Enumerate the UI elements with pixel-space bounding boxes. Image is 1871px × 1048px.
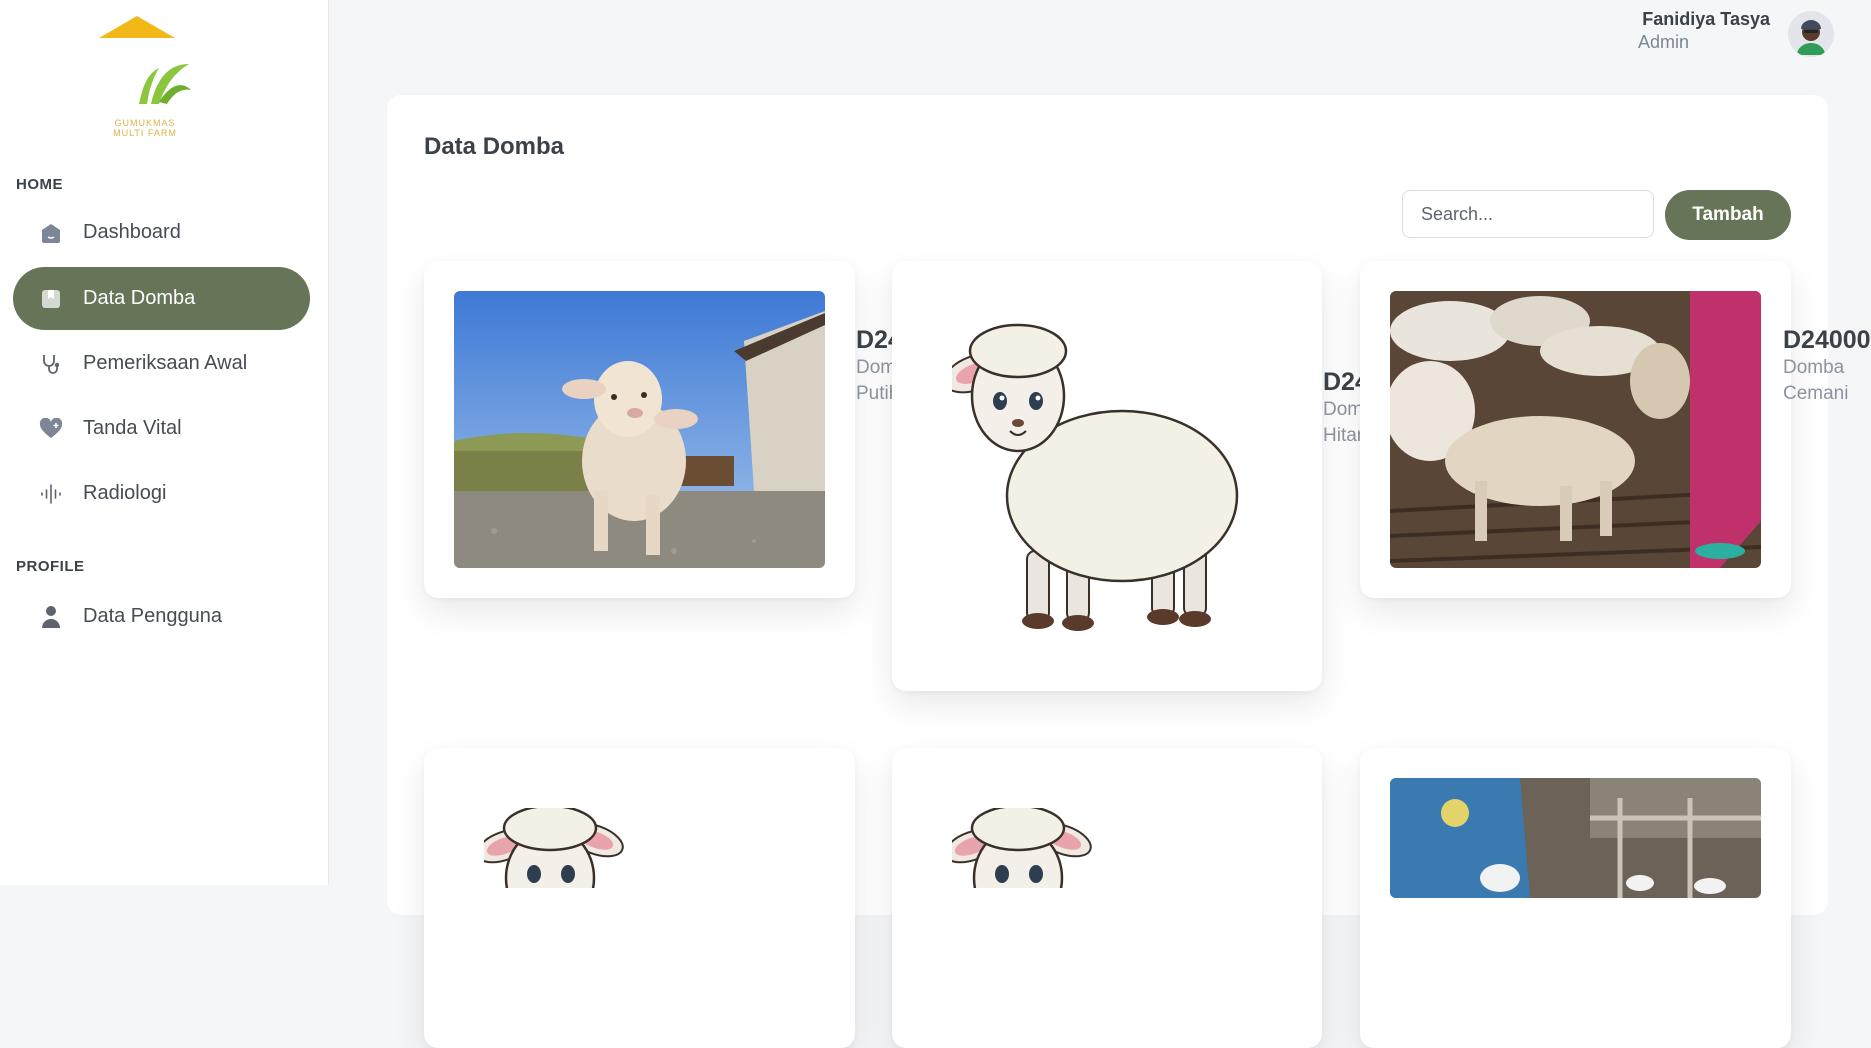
user-role: Admin — [1638, 32, 1690, 52]
heart-plus-icon — [39, 417, 63, 441]
data-domba-panel: Data Domba Tambah — [387, 95, 1871, 1048]
sidebar-item-radiologi[interactable]: Radiologi — [13, 462, 310, 525]
sidebar-item-label: Tanda Vital — [83, 417, 182, 439]
soundwave-icon — [39, 482, 63, 506]
section-profile: PROFILE — [16, 558, 85, 575]
card-type: Domba Cemani — [1783, 357, 1849, 404]
card-info: D24 Domba Hitam — [1323, 367, 1362, 449]
sidebar-item-label: Pemeriksaan Awal — [83, 352, 248, 374]
card-id: D24000 — [1783, 326, 1871, 354]
page-title: Data Domba — [424, 133, 565, 160]
lamb-photo — [454, 291, 825, 568]
stethoscope-icon — [39, 352, 63, 376]
sidebar-item-label: Radiologi — [83, 482, 167, 504]
add-button[interactable]: Tambah — [1665, 190, 1791, 240]
card-info: D24000 Domba Cemani — [1783, 325, 1871, 407]
sheep-card[interactable] — [1360, 748, 1791, 1048]
sheep-card[interactable] — [892, 261, 1322, 691]
sidebar-item-data-pengguna[interactable]: Data Pengguna — [13, 585, 310, 648]
section-home: HOME — [16, 176, 63, 193]
user-icon — [39, 605, 63, 629]
card-id: D24 — [1323, 368, 1362, 396]
sidebar-item-label: Data Domba — [83, 287, 196, 309]
sheep-card[interactable] — [1360, 261, 1791, 598]
sheep-card[interactable] — [892, 748, 1322, 1048]
search-input[interactable] — [1402, 190, 1654, 238]
barn-photo — [1390, 778, 1761, 898]
sidebar-item-label: Dashboard — [83, 221, 181, 243]
sheep-illustration — [952, 321, 1252, 641]
logo-mark-icon — [99, 16, 191, 104]
sidebar-item-data-domba[interactable]: Data Domba — [13, 267, 310, 330]
sidebar-item-pemeriksaan-awal[interactable]: Pemeriksaan Awal — [13, 332, 310, 395]
sheep-illustration — [952, 808, 1102, 888]
sheep-pen-photo — [1390, 291, 1761, 568]
avatar-icon[interactable] — [1788, 11, 1834, 57]
sidebar-item-dashboard[interactable]: Dashboard — [13, 201, 310, 264]
sidebar: GUMUKMAS MULTI FARM HOME Dashboard Data … — [0, 0, 329, 885]
logo-line2: MULTI FARM — [113, 128, 177, 138]
bookmark-icon — [39, 287, 63, 311]
card-info-clip: D24000 Domba Cemani — [1782, 295, 1871, 415]
brand-logo[interactable]: GUMUKMAS MULTI FARM — [95, 16, 195, 142]
card-type: Domba Hitam — [1323, 399, 1362, 446]
sheep-card[interactable] — [424, 748, 855, 1048]
sidebar-item-tanda-vital[interactable]: Tanda Vital — [13, 397, 310, 460]
sheep-card[interactable] — [424, 261, 855, 598]
card-info-clip: D24 Domba Hitam — [1322, 337, 1362, 457]
logo-line1: GUMUKMAS — [114, 118, 176, 128]
user-name[interactable]: Fanidiya Tasya — [1642, 9, 1770, 30]
sidebar-item-label: Data Pengguna — [83, 605, 223, 627]
home-icon — [39, 221, 63, 245]
sheep-illustration — [484, 808, 634, 888]
